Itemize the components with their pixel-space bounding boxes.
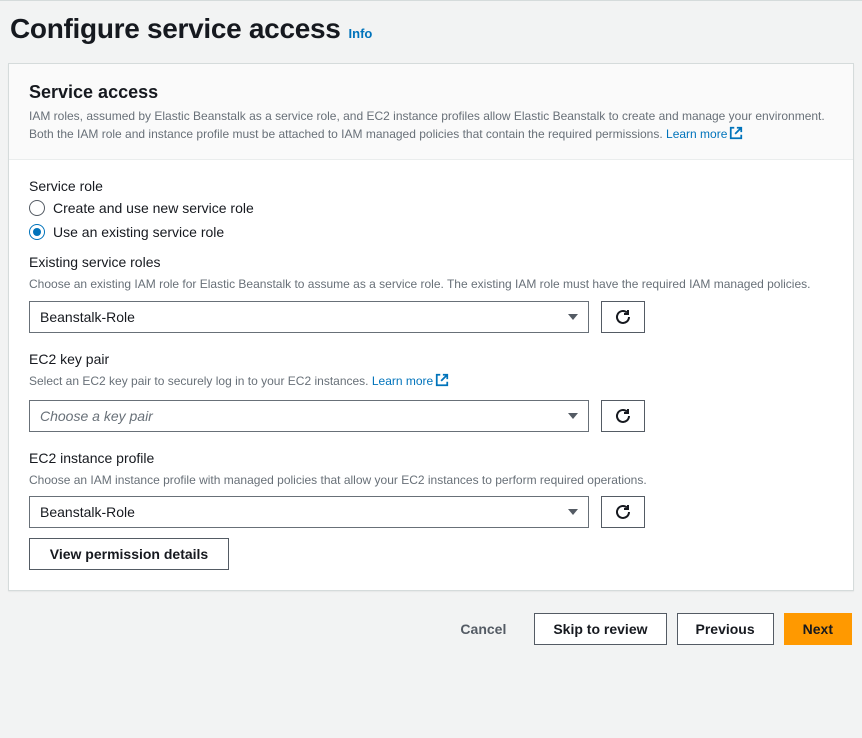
ec2-key-pair-help: Select an EC2 key pair to securely log i… xyxy=(29,373,833,392)
cancel-button[interactable]: Cancel xyxy=(442,613,524,645)
ec2-key-pair-select[interactable]: Choose a key pair xyxy=(29,400,589,432)
page-header: Configure service access Info xyxy=(10,13,854,45)
panel-header: Service access IAM roles, assumed by Ela… xyxy=(9,64,853,160)
panel-title: Service access xyxy=(29,82,833,103)
page-title: Configure service access xyxy=(10,13,341,45)
learn-more-label: Learn more xyxy=(372,374,433,388)
chevron-down-icon xyxy=(568,314,578,320)
view-permission-details-button[interactable]: View permission details xyxy=(29,538,229,570)
panel-description: IAM roles, assumed by Elastic Beanstalk … xyxy=(29,107,833,145)
learn-more-label: Learn more xyxy=(666,127,727,141)
service-role-label: Service role xyxy=(29,178,833,194)
next-button[interactable]: Next xyxy=(784,613,852,645)
radio-existing-label: Use an existing service role xyxy=(53,224,224,240)
refresh-instance-profile-button[interactable] xyxy=(601,496,645,528)
wizard-footer: Cancel Skip to review Previous Next xyxy=(8,613,854,645)
existing-roles-value: Beanstalk-Role xyxy=(40,309,135,325)
skip-to-review-button[interactable]: Skip to review xyxy=(534,613,666,645)
next-label: Next xyxy=(803,621,833,637)
radio-dot-icon xyxy=(33,228,41,236)
learn-more-link[interactable]: Learn more xyxy=(666,127,743,141)
ec2-instance-profile-label: EC2 instance profile xyxy=(29,450,833,466)
existing-roles-label: Existing service roles xyxy=(29,254,833,270)
radio-create-label: Create and use new service role xyxy=(53,200,254,216)
chevron-down-icon xyxy=(568,413,578,419)
ec2-key-pair-label: EC2 key pair xyxy=(29,351,833,367)
refresh-icon xyxy=(615,408,631,424)
ec2-instance-profile-select[interactable]: Beanstalk-Role xyxy=(29,496,589,528)
radio-create-new-role[interactable]: Create and use new service role xyxy=(29,200,833,216)
ec2-key-pair-section: EC2 key pair Select an EC2 key pair to s… xyxy=(29,351,833,432)
external-link-icon xyxy=(435,373,449,392)
previous-button[interactable]: Previous xyxy=(677,613,774,645)
external-link-icon xyxy=(729,126,743,145)
ec2-instance-profile-help: Choose an IAM instance profile with mana… xyxy=(29,472,833,489)
cancel-label: Cancel xyxy=(460,621,506,637)
radio-use-existing-role[interactable]: Use an existing service role xyxy=(29,224,833,240)
refresh-key-pair-button[interactable] xyxy=(601,400,645,432)
service-access-panel: Service access IAM roles, assumed by Ela… xyxy=(8,63,854,591)
ec2-key-pair-help-text: Select an EC2 key pair to securely log i… xyxy=(29,374,372,388)
existing-roles-select[interactable]: Beanstalk-Role xyxy=(29,301,589,333)
service-role-section: Service role Create and use new service … xyxy=(29,178,833,333)
refresh-existing-roles-button[interactable] xyxy=(601,301,645,333)
skip-label: Skip to review xyxy=(553,621,647,637)
radio-icon xyxy=(29,224,45,240)
ec2-instance-profile-value: Beanstalk-Role xyxy=(40,504,135,520)
service-role-radio-group: Create and use new service role Use an e… xyxy=(29,200,833,240)
refresh-icon xyxy=(615,309,631,325)
previous-label: Previous xyxy=(696,621,755,637)
view-permission-label: View permission details xyxy=(50,546,208,562)
existing-roles-help: Choose an existing IAM role for Elastic … xyxy=(29,276,833,293)
info-link[interactable]: Info xyxy=(349,26,373,41)
panel-body: Service role Create and use new service … xyxy=(9,160,853,590)
ec2-instance-profile-section: EC2 instance profile Choose an IAM insta… xyxy=(29,450,833,571)
ec2-key-pair-learn-more-link[interactable]: Learn more xyxy=(372,374,449,388)
ec2-key-pair-placeholder: Choose a key pair xyxy=(40,408,153,424)
radio-icon xyxy=(29,200,45,216)
chevron-down-icon xyxy=(568,509,578,515)
refresh-icon xyxy=(615,504,631,520)
